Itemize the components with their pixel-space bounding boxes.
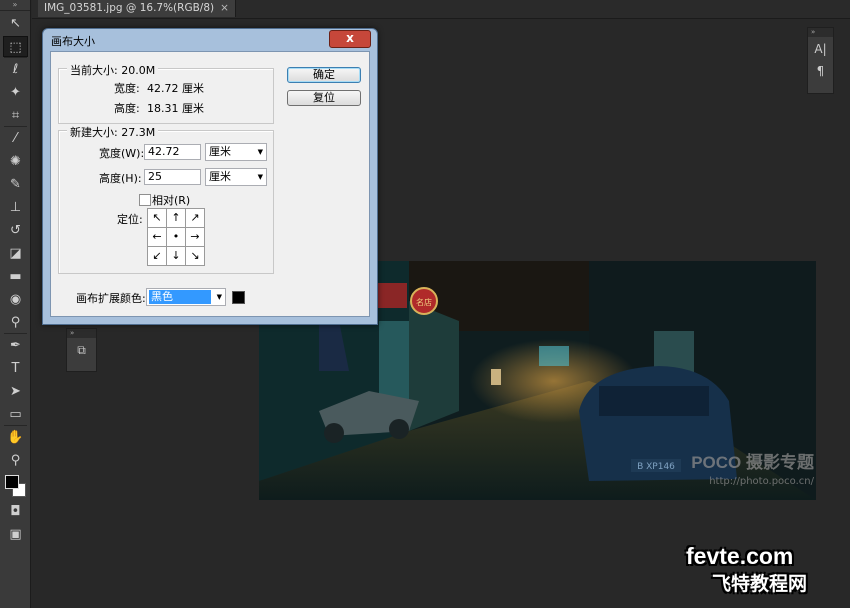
character-panel-dock: » A| ¶ [807, 27, 834, 94]
tool-separator [4, 57, 27, 58]
tool-separator [4, 333, 27, 334]
height-input[interactable]: 25 [144, 169, 201, 185]
width-unit-select[interactable]: 厘米 ▼ [205, 143, 267, 161]
crop-tool-icon[interactable]: ⌗ [3, 105, 28, 126]
rectangle-tool-icon[interactable]: ▭ [3, 404, 28, 425]
reset-button[interactable]: 复位 [287, 90, 361, 106]
close-button[interactable]: x [329, 30, 371, 48]
anchor-top[interactable]: ↑ [166, 208, 186, 228]
anchor-bottom-right[interactable]: ↘ [185, 246, 205, 266]
path-selection-tool-icon[interactable]: ➤ [3, 381, 28, 402]
anchor-bottom[interactable]: ↓ [166, 246, 186, 266]
svg-text:名店: 名店 [416, 297, 432, 307]
document-tab-title: IMG_03581.jpg @ 16.7%(RGB/8) [44, 2, 215, 14]
anchor-right[interactable]: → [185, 227, 205, 247]
document-tab[interactable]: IMG_03581.jpg @ 16.7%(RGB/8) × [38, 0, 236, 17]
chevron-down-icon: ▼ [216, 293, 222, 301]
current-height-label: 高度: [114, 102, 140, 115]
pen-tool-icon[interactable]: ✒ [3, 335, 28, 356]
dialog-body: 当前大小: 20.0M 宽度: 42.72 厘米 高度: 18.31 厘米 新建… [50, 51, 370, 317]
current-height-value: 18.31 厘米 [147, 102, 204, 115]
tools-panel: » ↖ ⬚ ℓ ✦ ⌗ ⁄ ✺ ✎ ⊥ ↺ ◪ ▬ ◉ ⚲ ✒ T ➤ ▭ ✋ ⚲ ◘ ▣ [0, 0, 31, 608]
zoom-tool-icon[interactable]: ⚲ [3, 450, 28, 471]
canvas-extension-color-select[interactable]: 黑色 ▼ [146, 288, 226, 306]
gradient-tool-icon[interactable]: ▬ [3, 266, 28, 287]
anchor-label: 定位: [117, 213, 143, 226]
eyedropper-tool-icon[interactable]: ⁄ [3, 128, 28, 149]
canvas-extension-color-label: 画布扩展颜色: [76, 292, 146, 305]
tools-panel-grip[interactable]: » [0, 0, 30, 11]
anchor-top-left[interactable]: ↖ [147, 208, 167, 228]
canvas-extension-color-swatch[interactable] [232, 291, 245, 304]
character-panel-icon[interactable]: A| [810, 39, 832, 59]
anchor-top-right[interactable]: ↗ [185, 208, 205, 228]
relative-checkbox[interactable] [139, 194, 151, 206]
height-unit-value: 厘米 [209, 170, 231, 183]
history-brush-tool-icon[interactable]: ↺ [3, 220, 28, 241]
new-size-legend: 新建大小: 27.3M [67, 124, 159, 140]
current-width-label: 宽度: [114, 82, 140, 95]
chevron-down-icon: ▼ [257, 173, 263, 181]
clone-stamp-tool-icon[interactable]: ⊥ [3, 197, 28, 218]
brush-tool-icon[interactable]: ✎ [3, 174, 28, 195]
dock-header-2[interactable]: » [67, 329, 96, 338]
svg-text:B XP146: B XP146 [637, 462, 675, 472]
eraser-tool-icon[interactable]: ◪ [3, 243, 28, 264]
ok-button[interactable]: 确定 [287, 67, 361, 83]
height-unit-select[interactable]: 厘米 ▼ [205, 168, 267, 186]
chevron-down-icon: ▼ [257, 148, 263, 156]
new-width-label: 宽度(W): [99, 147, 145, 160]
new-height-label: 高度(H): [99, 172, 142, 185]
svg-text:POCO 摄影专题: POCO 摄影专题 [691, 452, 815, 472]
move-tool-icon[interactable]: ↖ [3, 13, 28, 34]
current-size-group: 当前大小: 20.0M 宽度: 42.72 厘米 高度: 18.31 厘米 [58, 62, 274, 124]
relative-label[interactable]: 相对(R) [152, 192, 190, 208]
hand-tool-icon[interactable]: ✋ [3, 427, 28, 448]
foreground-color-swatch[interactable] [5, 475, 19, 489]
current-size-legend: 当前大小: 20.0M [67, 62, 159, 78]
anchor-left[interactable]: ← [147, 227, 167, 247]
paragraph-panel-icon[interactable]: ¶ [810, 61, 832, 81]
dodge-tool-icon[interactable]: ⚲ [3, 312, 28, 333]
dialog-title: 画布大小 [51, 35, 95, 48]
blur-tool-icon[interactable]: ◉ [3, 289, 28, 310]
canvas-extension-color-value: 黑色 [149, 290, 211, 304]
anchor-bottom-left[interactable]: ↙ [147, 246, 167, 266]
dialog-titlebar[interactable]: 画布大小 x [43, 29, 377, 51]
quick-mask-icon[interactable]: ◘ [3, 501, 28, 522]
close-tab-icon[interactable]: × [220, 2, 229, 14]
anchor-center[interactable]: • [166, 227, 186, 247]
width-input[interactable]: 42.72 [144, 144, 201, 160]
site-watermark-logo: fevte.com [686, 543, 794, 569]
type-tool-icon[interactable]: T [3, 358, 28, 379]
history-panel-dock: » ⧉ [66, 328, 97, 372]
tool-separator [4, 425, 27, 426]
svg-text:http://photo.poco.cn/: http://photo.poco.cn/ [709, 476, 814, 487]
lasso-tool-icon[interactable]: ℓ [3, 59, 28, 80]
anchor-grid[interactable]: ↖ ↑ ↗ ← • → ↙ ↓ ↘ [147, 208, 205, 266]
marquee-tool-icon[interactable]: ⬚ [3, 36, 28, 57]
width-unit-value: 厘米 [209, 145, 231, 158]
tool-separator [4, 126, 27, 127]
magic-wand-tool-icon[interactable]: ✦ [3, 82, 28, 103]
healing-brush-tool-icon[interactable]: ✺ [3, 151, 28, 172]
screen-mode-icon[interactable]: ▣ [3, 524, 28, 545]
current-width-value: 42.72 厘米 [147, 82, 204, 95]
layer-comps-panel-icon[interactable]: ⧉ [71, 340, 93, 360]
site-watermark-cn: 飞特教程网 [712, 573, 808, 595]
document-tab-bar: IMG_03581.jpg @ 16.7%(RGB/8) × [32, 0, 850, 19]
dock-header[interactable]: » [808, 28, 833, 37]
canvas-size-dialog: 画布大小 x 当前大小: 20.0M 宽度: 42.72 厘米 高度: 18.3… [42, 28, 378, 325]
